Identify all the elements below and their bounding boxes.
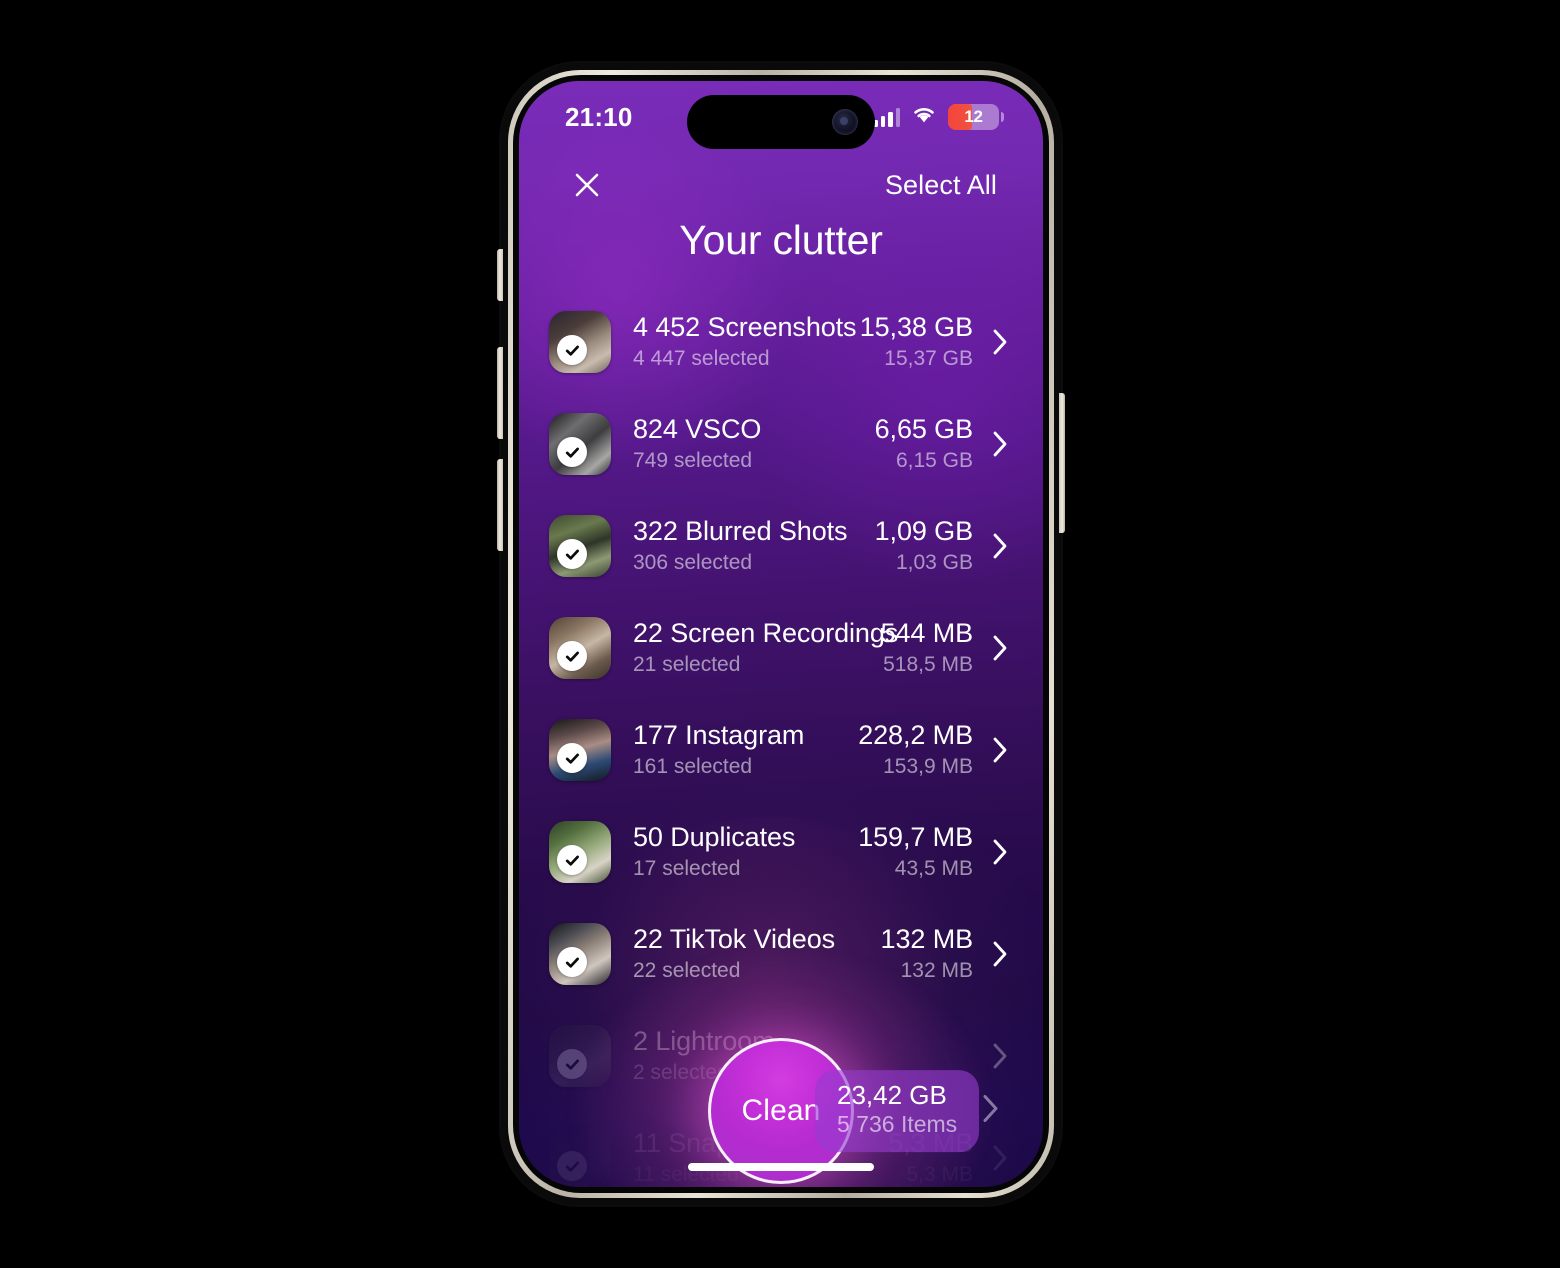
list-item-title: 50 Duplicates	[633, 821, 796, 852]
list-item[interactable]: 322 Blurred Shots 306 selected 1,09 GB 1,03…	[519, 495, 1043, 597]
select-all-button[interactable]: Select All	[885, 170, 997, 201]
list-item-text: 177 Instagram 161 selected	[611, 720, 858, 781]
list-item-subtitle: 21 selected	[633, 652, 741, 676]
list-item-size: 1,09 GB	[874, 515, 973, 546]
list-item[interactable]: 4 452 Screenshots 4 447 selected 15,38 GB 1…	[519, 291, 1043, 393]
list-item-size: 159,7 MB	[858, 821, 973, 852]
summary-total-size: 23,42 GB	[837, 1079, 947, 1110]
check-icon[interactable]	[557, 437, 587, 467]
wifi-icon	[911, 105, 937, 129]
photo-thumbnail[interactable]	[549, 821, 611, 883]
list-item-sizes: 15,38 GB 15,37 GB	[860, 312, 989, 373]
list-item-text: 22 Screen Recordings 21 selected	[611, 617, 899, 679]
cellular-bars-icon	[873, 107, 900, 127]
list-item-title: 322 Blurred Shots	[633, 515, 848, 546]
volume-up-button[interactable]	[497, 347, 503, 439]
photo-thumbnail[interactable]	[549, 413, 611, 475]
iphone-device-frame: 21:10 12 Select All Your clutter 4 452 S…	[497, 63, 1065, 1205]
list-item[interactable]: 50 Duplicates 17 selected 159,7 MB 43,5 MB	[519, 801, 1043, 903]
list-item-text: 322 Blurred Shots 306 selected	[611, 516, 875, 577]
home-indicator	[688, 1163, 874, 1171]
power-button[interactable]	[1059, 393, 1065, 533]
list-item-text: 824 VSCO 749 selected	[611, 414, 875, 475]
battery-icon: 12	[948, 104, 999, 130]
list-item[interactable]: 177 Instagram 161 selected 228,2 MB 153,9 M…	[519, 699, 1043, 801]
check-icon[interactable]	[557, 539, 587, 569]
chevron-right-icon[interactable]	[989, 634, 1011, 662]
photo-thumbnail[interactable]	[549, 515, 611, 577]
close-icon[interactable]	[565, 163, 609, 207]
list-item-title: 177 Instagram	[633, 719, 805, 750]
chevron-right-icon[interactable]	[989, 430, 1011, 458]
check-icon[interactable]	[557, 641, 587, 671]
battery-level-label: 12	[964, 107, 983, 126]
status-clock: 21:10	[565, 101, 633, 132]
list-item-size: 228,2 MB	[858, 719, 973, 750]
check-icon[interactable]	[557, 335, 587, 365]
list-item-size: 6,65 GB	[874, 413, 973, 444]
list-item-subtitle: 4 447 selected	[633, 346, 770, 370]
check-icon[interactable]	[557, 845, 587, 875]
list-item-subtitle: 749 selected	[633, 448, 753, 472]
page-title: Your clutter	[679, 217, 883, 263]
clean-button-label: Clean	[741, 1094, 821, 1127]
list-item-sizes: 544 MB 518,5 MB	[881, 618, 989, 679]
list-item-sizes: 159,7 MB 43,5 MB	[858, 822, 989, 883]
photo-thumbnail[interactable]	[549, 617, 611, 679]
summary-total-items: 5 736 Items	[837, 1111, 958, 1138]
list-item-subtitle: 17 selected	[633, 856, 741, 880]
chevron-right-icon[interactable]	[989, 532, 1011, 560]
list-item-size: 544 MB	[880, 617, 974, 648]
list-item-text: 50 Duplicates 17 selected	[611, 822, 858, 883]
list-item-size-selected: 43,5 MB	[894, 856, 973, 880]
list-item-size-selected: 518,5 MB	[883, 652, 973, 676]
dynamic-island	[687, 95, 875, 149]
volume-down-button[interactable]	[497, 459, 503, 551]
list-item-size-selected: 153,9 MB	[883, 754, 973, 778]
check-icon[interactable]	[557, 743, 587, 773]
navigation-bar: Select All	[519, 155, 1043, 215]
list-item[interactable]: 22 Screen Recordings 21 selected 544 MB 518…	[519, 597, 1043, 699]
list-item-title: 4 452 Screenshots	[633, 311, 857, 342]
list-item-sizes: 1,09 GB 1,03 GB	[875, 516, 989, 577]
list-item-sizes: 228,2 MB 153,9 MB	[858, 720, 989, 781]
clean-action-bar: Clean 23,42 GB 5 736 Items	[519, 917, 1043, 1187]
chevron-right-icon[interactable]	[989, 328, 1011, 356]
status-indicators: 12	[873, 104, 999, 130]
list-item[interactable]: 824 VSCO 749 selected 6,65 GB 6,15 GB	[519, 393, 1043, 495]
list-item-size-selected: 6,15 GB	[895, 448, 973, 472]
chevron-right-icon[interactable]	[989, 736, 1011, 764]
chevron-right-icon[interactable]	[982, 1094, 1000, 1129]
list-item-size-selected: 1,03 GB	[895, 550, 973, 574]
chevron-right-icon[interactable]	[989, 838, 1011, 866]
list-item-sizes: 6,65 GB 6,15 GB	[875, 414, 989, 475]
list-item-subtitle: 161 selected	[633, 754, 753, 778]
list-item-size-selected: 15,37 GB	[884, 346, 973, 370]
list-item-text: 4 452 Screenshots 4 447 selected	[611, 312, 860, 373]
photo-thumbnail[interactable]	[549, 311, 611, 373]
list-item-title: 824 VSCO	[633, 413, 762, 444]
screenshot-stage: 21:10 12 Select All Your clutter 4 452 S…	[0, 0, 1560, 1268]
photo-thumbnail[interactable]	[549, 719, 611, 781]
clean-summary-badge[interactable]: 23,42 GB 5 736 Items	[815, 1069, 980, 1153]
list-item-title: 22 Screen Recordings	[633, 617, 899, 648]
phone-screen: 21:10 12 Select All Your clutter 4 452 S…	[519, 81, 1043, 1187]
action-button[interactable]	[497, 249, 503, 301]
list-item-size: 15,38 GB	[859, 311, 973, 342]
list-item-subtitle: 306 selected	[633, 550, 753, 574]
front-camera-icon	[832, 109, 858, 135]
